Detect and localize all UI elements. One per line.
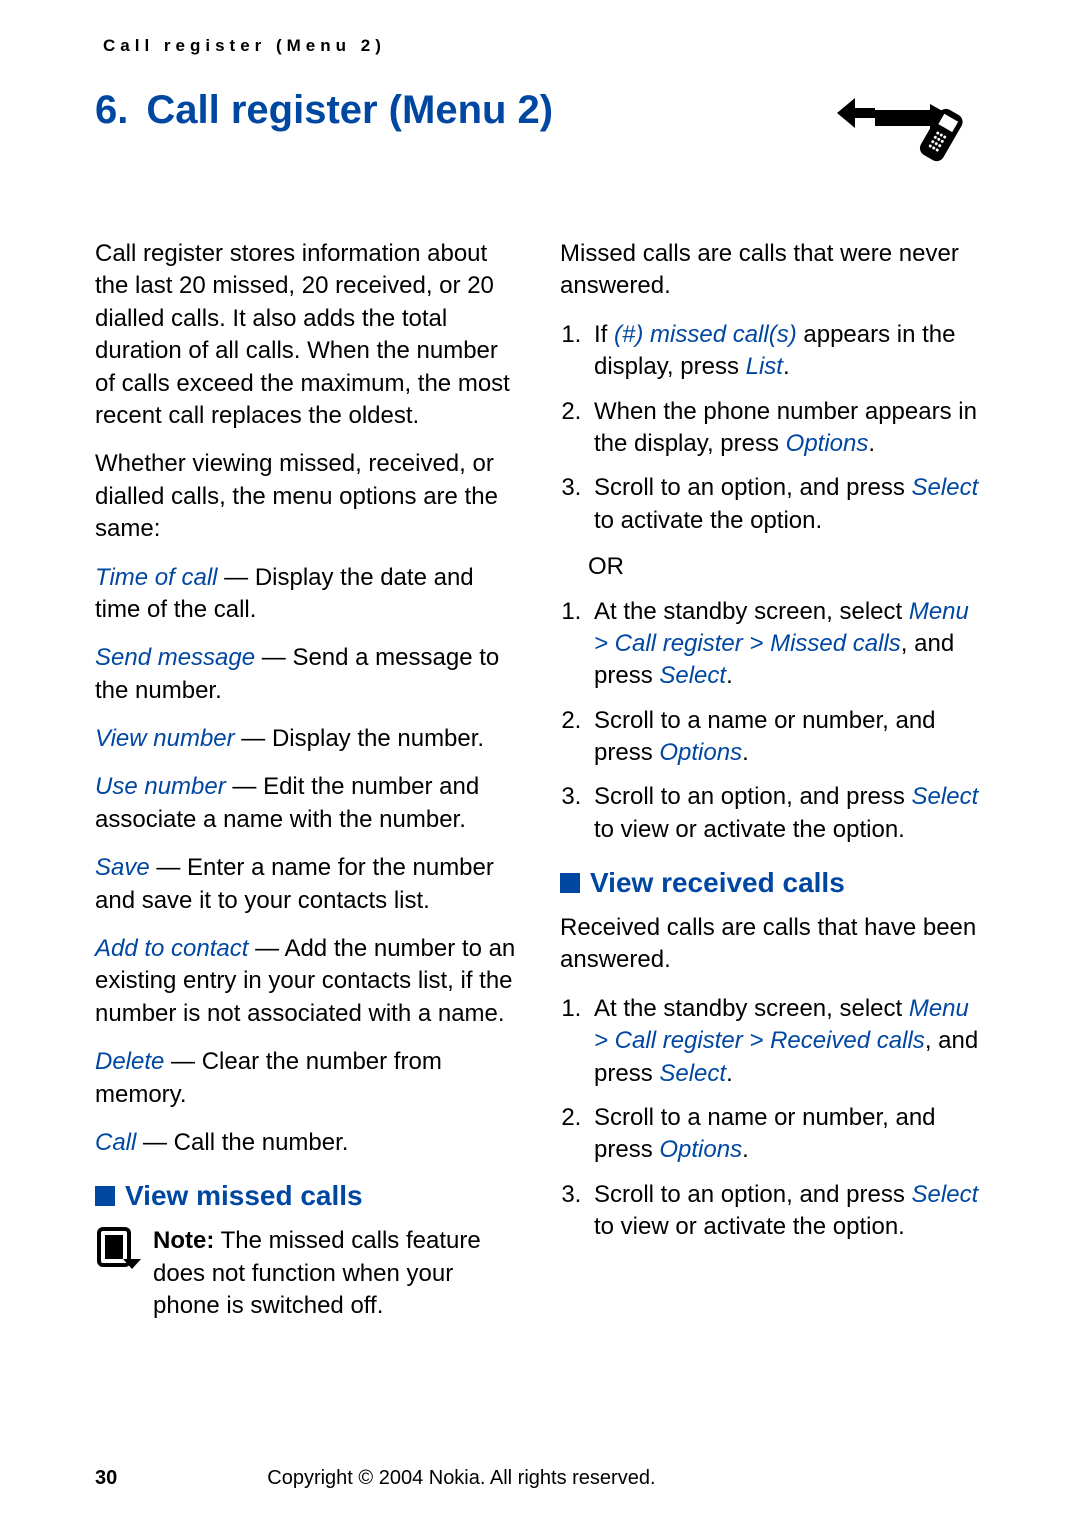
- missed-step-3: Scroll to an option, and press Select to…: [588, 472, 985, 537]
- body-columns: Call register stores information about t…: [95, 238, 985, 1322]
- standby-step-2: Scroll to a name or number, and press Op…: [588, 705, 985, 770]
- chapter-title: 6. Call register (Menu 2): [95, 88, 553, 133]
- copyright-text: Copyright © 2004 Nokia. All rights reser…: [267, 1467, 655, 1490]
- missed-steps-1: If (#) missed call(s) appears in the dis…: [588, 319, 985, 537]
- page-header-small: Call register (Menu 2): [103, 36, 985, 56]
- chapter-number: 6.: [95, 88, 128, 133]
- received-steps: At the standby screen, select Menu > Cal…: [588, 993, 985, 1244]
- option-call: Call — Call the number.: [95, 1127, 520, 1159]
- option-add: Add to contact — Add the number to an ex…: [95, 933, 520, 1030]
- intro-para-1: Call register stores information about t…: [95, 238, 520, 432]
- note-icon: [95, 1225, 143, 1273]
- received-step-3: Scroll to an option, and press Select to…: [588, 1179, 985, 1244]
- option-send: Send message — Send a message to the num…: [95, 642, 520, 707]
- phone-arrow-icon: [835, 88, 985, 168]
- missed-steps-2: At the standby screen, select Menu > Cal…: [588, 596, 985, 847]
- square-bullet-icon: [95, 1186, 115, 1206]
- received-step-1: At the standby screen, select Menu > Cal…: [588, 993, 985, 1090]
- or-text: OR: [588, 551, 985, 583]
- missed-desc: Missed calls are calls that were never a…: [560, 238, 985, 303]
- standby-step-3: Scroll to an option, and press Select to…: [588, 781, 985, 846]
- option-view: View number — Display the number.: [95, 723, 520, 755]
- section-view-missed: View missed calls: [95, 1177, 520, 1215]
- option-use: Use number — Edit the number and associa…: [95, 771, 520, 836]
- note-text: Note: The missed calls feature does not …: [153, 1225, 520, 1322]
- chapter-title-text: Call register (Menu 2): [146, 88, 553, 132]
- received-step-2: Scroll to a name or number, and press Op…: [588, 1102, 985, 1167]
- chapter-heading-row: 6. Call register (Menu 2): [95, 88, 985, 168]
- note-label: Note:: [153, 1227, 214, 1254]
- received-desc: Received calls are calls that have been …: [560, 912, 985, 977]
- option-delete: Delete — Clear the number from memory.: [95, 1046, 520, 1111]
- missed-step-1: If (#) missed call(s) appears in the dis…: [588, 319, 985, 384]
- page-number: 30: [95, 1467, 117, 1490]
- square-bullet-icon: [560, 873, 580, 893]
- standby-step-1: At the standby screen, select Menu > Cal…: [588, 596, 985, 693]
- intro-para-2: Whether viewing missed, received, or dia…: [95, 448, 520, 545]
- option-time: Time of call — Display the date and time…: [95, 562, 520, 627]
- missed-step-2: When the phone number appears in the dis…: [588, 396, 985, 461]
- page-footer: 30 Copyright © 2004 Nokia. All rights re…: [95, 1467, 985, 1490]
- section-view-received: View received calls: [560, 864, 985, 902]
- section-title-missed: View missed calls: [125, 1177, 363, 1215]
- note-block: Note: The missed calls feature does not …: [95, 1225, 520, 1322]
- section-title-received: View received calls: [590, 864, 845, 902]
- option-save: Save — Enter a name for the number and s…: [95, 852, 520, 917]
